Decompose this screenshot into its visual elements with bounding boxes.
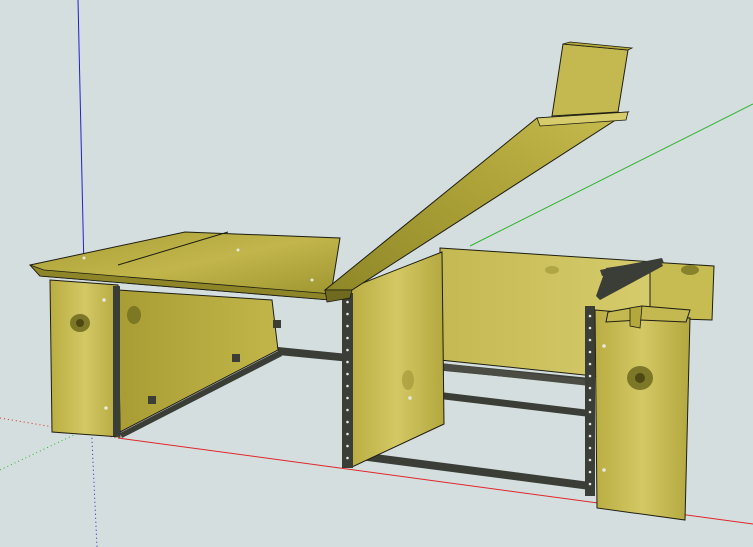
steel-post [113, 286, 120, 436]
screw [310, 278, 314, 282]
model-canvas[interactable] [0, 0, 753, 547]
screw [102, 298, 106, 302]
screw [236, 248, 240, 252]
blue-axis [77, 0, 85, 271]
screw [602, 468, 606, 472]
headrest-board[interactable] [551, 41, 634, 117]
right-steel-frame [585, 306, 595, 496]
wood-knot [545, 266, 559, 274]
bracket [273, 320, 281, 328]
screw [82, 256, 86, 260]
screw [602, 344, 606, 348]
screw [104, 406, 108, 410]
wood-knot [402, 370, 414, 390]
left-end-panel[interactable] [49, 279, 121, 438]
sketchup-3d-viewport[interactable] [0, 0, 753, 547]
wood-knot [127, 306, 141, 324]
wood-knot-core [76, 319, 84, 327]
wood-knot-core [635, 373, 645, 383]
bracket [232, 354, 240, 362]
right-end-panel[interactable] [594, 309, 691, 521]
wood-knot [681, 265, 699, 275]
screw [408, 396, 412, 400]
steel-post-perforated [342, 293, 353, 468]
left-inner-panel[interactable] [117, 289, 281, 433]
bracket [148, 396, 156, 404]
